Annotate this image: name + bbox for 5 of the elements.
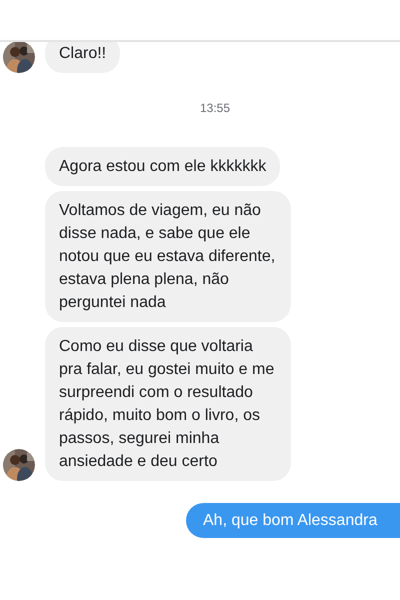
message-bubble: Agora estou com ele kkkkkkk (45, 147, 280, 186)
message-bubble: Como eu disse que voltaria pra falar, eu gostei muito e me surpreendi com o resultado rápido, muito bom o livro, os passos, segurei minha ansiedade e deu certo (45, 327, 291, 481)
timestamp: 13:55 (200, 100, 230, 117)
message-bubble: Ah, que bom Alessandra (186, 503, 400, 538)
message-bubble: Voltamos de viagem, eu não disse nada, e sabe que ele notou que eu estava diferente, estava plena plena, não perguntei nada (45, 191, 291, 322)
